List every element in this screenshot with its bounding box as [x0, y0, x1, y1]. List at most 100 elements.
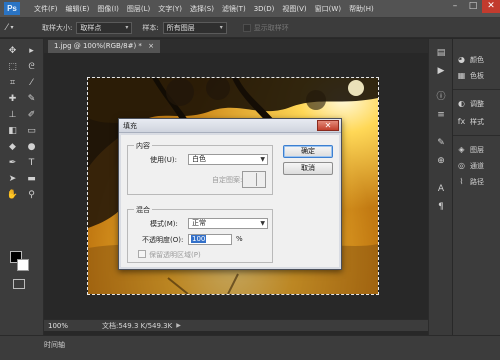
layers-icon: ◈ [458, 145, 465, 154]
use-value: 白色 [192, 155, 206, 163]
brush-panel-icon[interactable]: ✎ [435, 137, 447, 149]
tool-grid: ✥ ▸ ⬚ ᘓ ⌗ ⁄ ✚ ✎ ⊥ ✐ ◧ ▭ ◆ ● ✒ T ➤ ▬ ✋ ⚲ [3, 45, 41, 202]
paths-icon: ⌇ [459, 177, 464, 186]
dodge-icon[interactable]: ● [22, 141, 41, 154]
sample-size-label: 取样大小: [42, 23, 73, 32]
chevron-right-icon[interactable]: ▶ [176, 322, 181, 329]
background-color-swatch[interactable] [17, 259, 29, 271]
panel-styles[interactable]: fx 样式 [456, 115, 484, 129]
window-controls: – □ ✕ [446, 0, 500, 13]
move-icon[interactable]: ✥ [3, 45, 22, 58]
custom-pattern-picker [242, 171, 266, 188]
mode-label: 模式(M): [150, 220, 178, 228]
menu-item-6[interactable]: 滤镜(T) [218, 0, 250, 18]
opacity-input[interactable]: 100 [188, 234, 232, 245]
history-icon[interactable]: ▤ [435, 47, 447, 59]
tool-preset-picker[interactable]: ⁄ ▾ [6, 21, 32, 35]
menu-item-7[interactable]: 3D(D) [250, 0, 279, 18]
menu-item-1[interactable]: 编辑(E) [62, 0, 94, 18]
blur-icon[interactable]: ◆ [3, 141, 22, 154]
healing-icon[interactable]: ✚ [3, 93, 22, 106]
show-ring-checkbox[interactable] [242, 23, 251, 32]
panel-divider [453, 135, 500, 136]
minimize-button[interactable]: – [446, 0, 464, 13]
use-label: 使用(U): [150, 156, 177, 164]
history-brush-icon[interactable]: ✐ [22, 109, 41, 122]
swatches-icon: ▦ [457, 71, 466, 80]
dialog-titlebar[interactable]: 填充 ✕ [119, 119, 341, 133]
menu-item-9[interactable]: 窗口(W) [311, 0, 345, 18]
panel-adjustments[interactable]: ◐ 调整 [456, 97, 484, 111]
use-select[interactable]: 白色 ▼ [188, 154, 268, 165]
type-icon[interactable]: T [22, 157, 41, 170]
chevron-down-icon: ▾ [219, 23, 223, 31]
dialog-close-button[interactable]: ✕ [317, 120, 339, 131]
menu-item-4[interactable]: 文字(Y) [154, 0, 186, 18]
pattern-divider [256, 173, 257, 186]
pen-icon[interactable]: ✒ [3, 157, 22, 170]
document-tab-title: 1.jpg @ 100%(RGB/8#) * [54, 42, 142, 50]
properties-icon[interactable]: ≡ [435, 109, 447, 121]
shape-icon[interactable]: ▬ [22, 173, 41, 186]
zoom-icon[interactable]: ⚲ [22, 189, 41, 202]
sample-size-select[interactable]: 取样点 ▾ [76, 21, 133, 34]
close-window-button[interactable]: ✕ [482, 0, 500, 13]
gradient-icon[interactable]: ▭ [22, 125, 41, 138]
menu-item-5[interactable]: 选择(S) [186, 0, 218, 18]
panel-layers[interactable]: ◈ 图层 [456, 143, 484, 157]
menu-item-3[interactable]: 图层(L) [123, 0, 154, 18]
artboard-icon[interactable]: ▸ [22, 45, 41, 58]
eraser-icon[interactable]: ◧ [3, 125, 22, 138]
menu-item-10[interactable]: 帮助(H) [345, 0, 378, 18]
close-tab-icon[interactable]: × [148, 42, 154, 50]
status-bar: 100% 文档:549.3 K/549.3K ▶ [44, 319, 428, 331]
adjustments-icon: ◐ [458, 99, 465, 108]
crop-icon[interactable]: ⌗ [3, 77, 22, 90]
document-tab[interactable]: 1.jpg @ 100%(RGB/8#) * × [48, 40, 161, 53]
menu-item-0[interactable]: 文件(F) [30, 0, 62, 18]
paragraph-icon[interactable]: ¶ [435, 201, 447, 213]
photoshop-window: Ps 文件(F) 编辑(E) 图像(I) 图层(L) 文字(Y) 选择(S) 滤镜(T) 3D… [0, 0, 500, 360]
panel-paths[interactable]: ⌇ 路径 [456, 175, 484, 189]
eyedropper-icon[interactable]: ⁄ [22, 77, 41, 90]
panel-channels[interactable]: ◎ 通道 [456, 159, 484, 173]
lasso-icon[interactable]: ᘓ [22, 61, 41, 74]
preserve-transparency-checkbox[interactable] [138, 250, 146, 258]
chevron-down-icon: ▾ [10, 24, 14, 31]
stamp-icon[interactable]: ⊥ [3, 109, 22, 122]
maximize-button[interactable]: □ [464, 0, 482, 13]
timeline-tab[interactable]: 时间轴 [44, 340, 65, 350]
menu-item-2[interactable]: 图像(I) [93, 0, 123, 18]
hand-icon[interactable]: ✋ [3, 189, 22, 202]
brush-icon[interactable]: ✎ [22, 93, 41, 106]
panel-color[interactable]: ◕ 颜色 [456, 53, 484, 67]
mode-value: 正常 [192, 219, 206, 227]
panel-swatches-label: 色板 [470, 72, 484, 80]
blend-group: 混合 模式(M): 正常 ▼ 不透明度(O): 100 % 保留透明区域(P) [127, 205, 273, 263]
document-info: 文档:549.3 K/549.3K [102, 321, 173, 330]
tools-panel: ✥ ▸ ⬚ ᘓ ⌗ ⁄ ✚ ✎ ⊥ ✐ ◧ ▭ ◆ ● ✒ T ➤ ▬ ✋ ⚲ [0, 39, 44, 339]
chevron-down-icon: ▼ [260, 156, 265, 163]
menu-items: 文件(F) 编辑(E) 图像(I) 图层(L) 文字(Y) 选择(S) 滤镜(T) 3D(D)… [30, 0, 378, 18]
path-select-icon[interactable]: ➤ [3, 173, 22, 186]
clone-source-icon[interactable]: ⊕ [435, 155, 447, 167]
panel-icon-strip: ▤ ▶ ⓘ ≡ ✎ ⊕ A ¶ [428, 39, 452, 335]
menu-item-8[interactable]: 视图(V) [278, 0, 310, 18]
sample-size-value: 取样点 [80, 23, 102, 32]
sample-value: 所有图层 [166, 23, 195, 32]
ok-button[interactable]: 确定 [283, 145, 333, 158]
sample-select[interactable]: 所有图层 ▾ [162, 21, 227, 34]
marquee-icon[interactable]: ⬚ [3, 61, 22, 74]
info-icon[interactable]: ⓘ [435, 91, 447, 103]
panel-swatches[interactable]: ▦ 色板 [456, 69, 484, 83]
channels-icon: ◎ [458, 161, 465, 170]
content-group: 内容 使用(U): 白色 ▼ 自定图案: [127, 141, 273, 195]
zoom-level[interactable]: 100% [48, 322, 72, 330]
mode-select[interactable]: 正常 ▼ [188, 218, 268, 229]
panel-adjustments-label: 调整 [470, 100, 484, 108]
quick-mask-button[interactable] [13, 279, 25, 289]
cancel-button[interactable]: 取消 [283, 162, 333, 175]
actions-icon[interactable]: ▶ [435, 65, 447, 77]
panel-paths-label: 路径 [470, 178, 484, 186]
character-icon[interactable]: A [435, 183, 447, 195]
